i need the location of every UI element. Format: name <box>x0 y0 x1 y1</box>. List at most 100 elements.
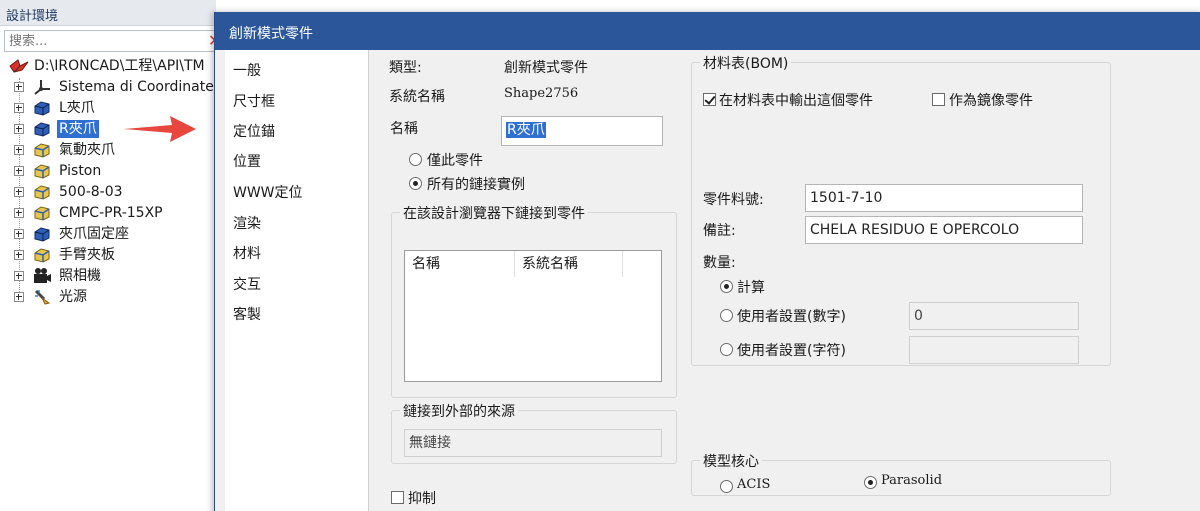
qty-user-text-radio[interactable] <box>720 343 733 356</box>
qty-user-number-label: 使用者設置(數字) <box>737 309 846 325</box>
search-box[interactable]: ✕ <box>4 30 221 52</box>
radio-this-part-only[interactable] <box>409 153 422 166</box>
search-input[interactable] <box>9 31 199 51</box>
nav-item-size-box[interactable]: 尺寸框 <box>233 91 275 111</box>
type-value: 創新模式零件 <box>504 60 588 76</box>
tree-item-label-selected: R夾爪 <box>57 120 99 138</box>
assembly-root-icon <box>9 59 29 73</box>
nav-item-render[interactable]: 渲染 <box>233 213 261 233</box>
radio-all-linked-instances[interactable] <box>409 177 422 190</box>
yellow-part-icon <box>34 164 50 179</box>
design-environment-panel: 設計環境 ✕ D:\IRONCAD\工程\API\TM Sistema di C… <box>0 0 221 511</box>
kernel-acis-radio[interactable] <box>720 480 733 493</box>
yellow-part-icon <box>34 206 50 221</box>
expand-icon[interactable] <box>14 145 24 155</box>
yellow-part-icon <box>34 185 50 200</box>
tree-item[interactable]: 照相機 <box>0 266 216 287</box>
qty-calculate-label: 計算 <box>737 280 765 296</box>
expand-icon[interactable] <box>14 250 24 260</box>
tree-root[interactable]: D:\IRONCAD\工程\API\TM <box>0 56 216 77</box>
part-number-input[interactable]: 1501-7-10 <box>805 184 1083 212</box>
part-properties-dialog: 創新模式零件 一般 尺寸框 定位錨 位置 WWW定位 渲染 材料 交互 客製 類… <box>214 12 1200 511</box>
nav-item-www-location[interactable]: WWW定位 <box>233 182 303 202</box>
camera-icon <box>34 268 51 283</box>
expand-icon[interactable] <box>14 292 24 302</box>
remark-input[interactable]: CHELA RESIDUO E OPERCOLO <box>805 216 1083 244</box>
panel-header: 設計環境 <box>0 0 216 26</box>
mirror-part-checkbox[interactable] <box>932 93 945 106</box>
qty-user-number-radio[interactable] <box>720 309 733 322</box>
tree-item[interactable]: 光源 <box>0 287 216 308</box>
tree-item-label: CMPC-PR-15XP <box>59 205 163 221</box>
nav-item-anchor[interactable]: 定位錨 <box>233 121 275 141</box>
blue-part-icon <box>34 227 50 242</box>
tree-item[interactable]: CMPC-PR-15XP <box>0 203 216 224</box>
external-source-field: 無鏈接 <box>404 429 662 457</box>
qty-user-text-label: 使用者設置(字符) <box>737 343 846 359</box>
tree-item[interactable]: Sistema di Coordinate <box>0 77 216 98</box>
output-in-bom-checkbox[interactable] <box>703 93 716 106</box>
name-input-selected-text: R夾爪 <box>506 122 546 138</box>
external-source-group-title: 鏈接到外部的來源 <box>400 401 518 421</box>
nav-item-position[interactable]: 位置 <box>233 151 261 171</box>
nav-item-material[interactable]: 材料 <box>233 243 261 263</box>
yellow-part-icon <box>34 248 50 263</box>
qty-calculate-radio[interactable] <box>720 280 733 293</box>
expand-icon[interactable] <box>14 103 24 113</box>
nav-item-interaction[interactable]: 交互 <box>233 274 261 294</box>
tree-item-label: 夾爪固定座 <box>59 226 129 242</box>
expand-icon[interactable] <box>14 208 24 218</box>
qty-user-text-input <box>909 336 1079 364</box>
radio-all-linked-instances-label: 所有的鏈接實例 <box>427 177 525 193</box>
tree-item[interactable]: 手臂夾板 <box>0 245 216 266</box>
nav-item-custom[interactable]: 客製 <box>233 304 261 324</box>
tree-item[interactable]: Piston <box>0 161 216 182</box>
coordinate-system-icon <box>34 80 50 95</box>
qty-user-number-input: 0 <box>909 302 1079 330</box>
expand-icon[interactable] <box>14 166 24 176</box>
nav-item-general[interactable]: 一般 <box>233 60 261 80</box>
dialog-title: 創新模式零件 <box>229 26 313 42</box>
system-name-label: 系統名稱 <box>389 89 445 105</box>
column-header-name[interactable]: 名稱 <box>405 251 515 277</box>
property-page-list: 一般 尺寸框 定位錨 位置 WWW定位 渲染 材料 交互 客製 <box>225 50 369 511</box>
part-number-label: 零件料號: <box>703 192 764 208</box>
tree-item-label: Sistema di Coordinate <box>59 79 214 95</box>
suppress-label: 抑制 <box>408 491 436 507</box>
linked-parts-group-title: 在該設計瀏覽器下鏈接到零件 <box>400 203 588 223</box>
kernel-parasolid-label: Parasolid <box>881 473 943 488</box>
panel-title: 設計環境 <box>6 9 59 24</box>
tree-item-label: 照相機 <box>59 268 101 284</box>
tree-item-label: 氣動夾爪 <box>59 142 115 158</box>
expand-icon[interactable] <box>14 82 24 92</box>
tree-item[interactable]: 夾爪固定座 <box>0 224 216 245</box>
tree-item[interactable]: 500-8-03 <box>0 182 216 203</box>
dialog-titlebar[interactable]: 創新模式零件 <box>215 12 1200 50</box>
kernel-parasolid-radio[interactable] <box>864 476 877 489</box>
expand-icon[interactable] <box>14 229 24 239</box>
system-name-value: Shape2756 <box>504 86 579 101</box>
mirror-part-label: 作為鏡像零件 <box>949 93 1033 109</box>
name-label: 名稱 <box>390 121 418 137</box>
tree-root-label: D:\IRONCAD\工程\API\TM <box>34 58 205 74</box>
red-arrow-icon <box>124 116 196 142</box>
bom-group-title: 材料表(BOM) <box>700 53 792 73</box>
kernel-acis-label: ACIS <box>737 477 771 492</box>
tree-item-label: 手臂夾板 <box>59 247 115 263</box>
expand-icon[interactable] <box>14 187 24 197</box>
model-kernel-group-title: 模型核心 <box>700 451 762 471</box>
expand-icon[interactable] <box>14 271 24 281</box>
yellow-part-icon <box>34 143 50 158</box>
blue-part-icon <box>34 101 50 116</box>
dialog-body: 一般 尺寸框 定位錨 位置 WWW定位 渲染 材料 交互 客製 類型: 創新模式… <box>215 50 1200 511</box>
type-label: 類型: <box>389 60 422 76</box>
suppress-checkbox[interactable] <box>391 491 404 504</box>
name-input[interactable]: R夾爪 <box>501 116 663 146</box>
expand-icon[interactable] <box>14 124 24 134</box>
column-header-system-name[interactable]: 系統名稱 <box>515 251 623 277</box>
quantity-label: 數量: <box>703 255 736 271</box>
tree-item-label: Piston <box>59 163 102 179</box>
tree-item-label: L夾爪 <box>59 100 95 116</box>
linked-parts-table[interactable]: 名稱 系統名稱 <box>404 250 662 382</box>
remark-label: 備註: <box>703 223 736 239</box>
